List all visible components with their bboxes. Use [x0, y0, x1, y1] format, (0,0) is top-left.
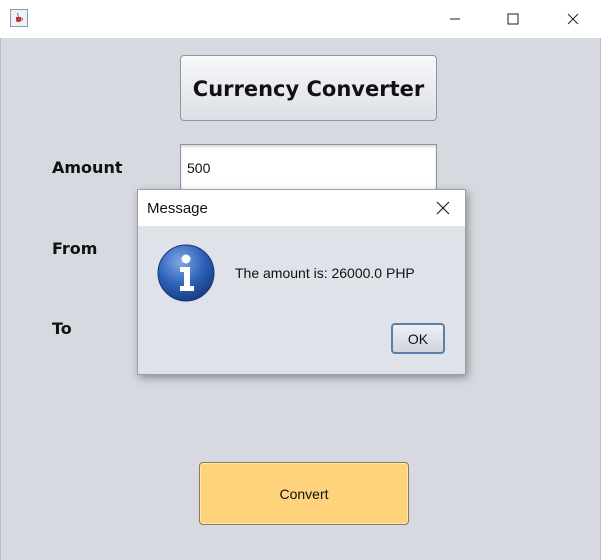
minimize-button[interactable]	[432, 0, 478, 38]
dialog-close-button[interactable]	[428, 193, 458, 223]
convert-button[interactable]: Convert	[199, 462, 409, 525]
window-border-left	[0, 38, 1, 560]
information-icon	[157, 244, 215, 302]
dialog-title: Message	[147, 200, 208, 217]
close-icon	[567, 13, 579, 25]
java-cup-icon	[10, 9, 28, 27]
from-label: From	[52, 239, 98, 258]
to-label: To	[52, 319, 72, 338]
amount-input[interactable]	[180, 144, 437, 192]
maximize-button[interactable]	[490, 0, 536, 38]
window-titlebar	[0, 0, 601, 38]
currency-converter-title-button[interactable]: Currency Converter	[180, 55, 437, 121]
dialog-message: The amount is: 26000.0 PHP	[235, 265, 415, 281]
ok-button[interactable]: OK	[391, 323, 445, 354]
minimize-icon	[450, 18, 460, 20]
message-dialog: Message The amount is: 26000.0 PHP OK	[137, 189, 466, 375]
dialog-titlebar: Message	[138, 190, 465, 226]
close-icon	[436, 201, 450, 215]
close-button[interactable]	[550, 0, 596, 38]
amount-label: Amount	[52, 158, 123, 177]
maximize-icon	[507, 13, 519, 25]
